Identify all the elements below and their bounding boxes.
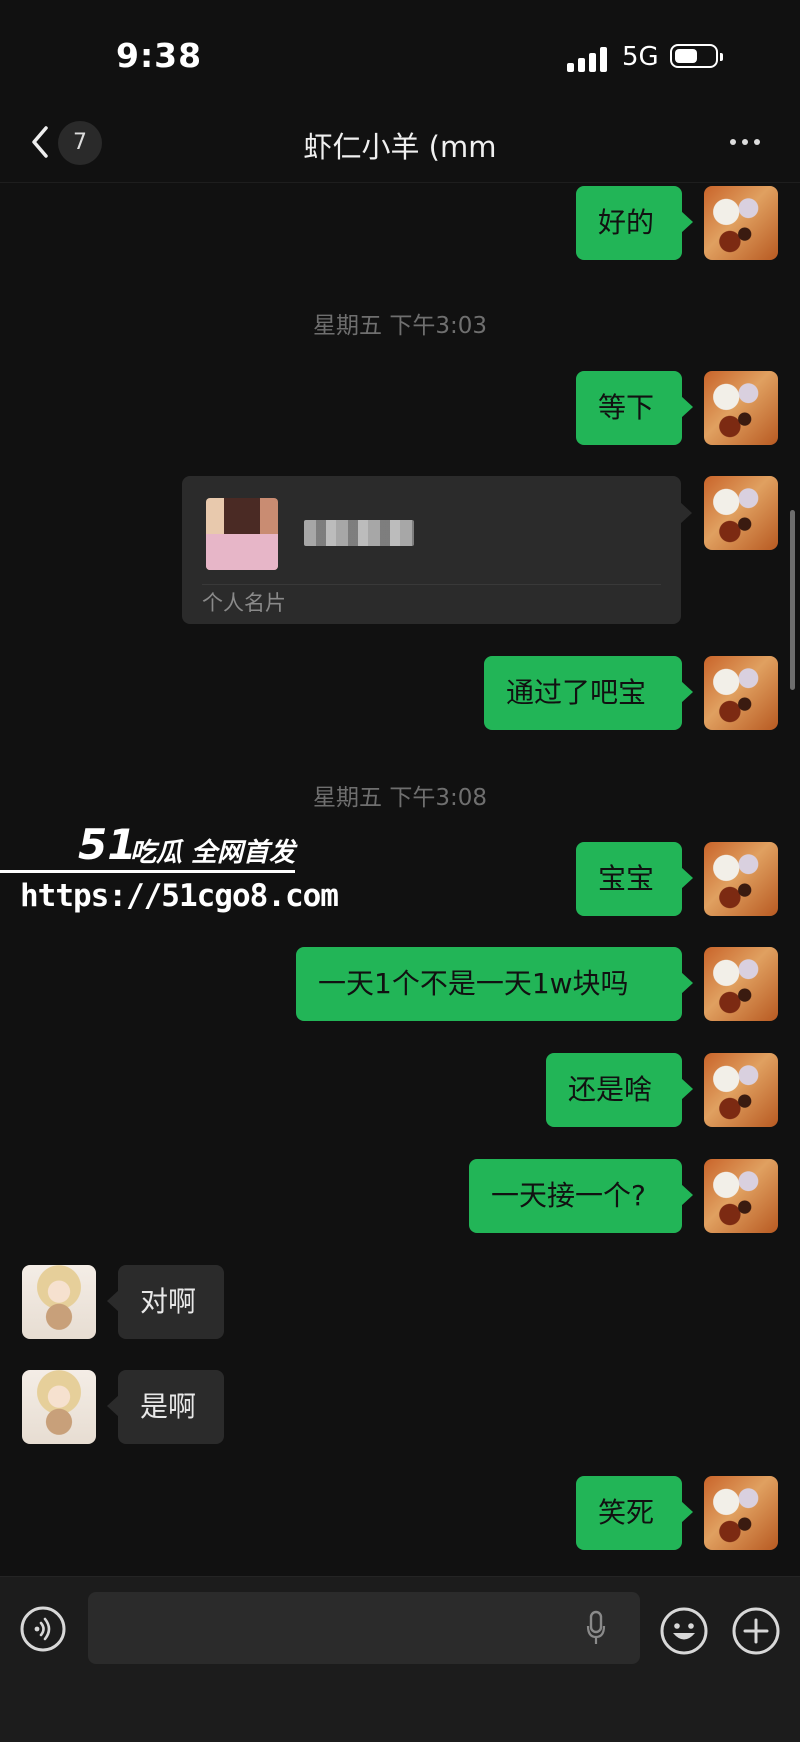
avatar[interactable]	[704, 186, 778, 260]
avatar[interactable]	[704, 842, 778, 916]
timestamp: 星期五 下午3:08	[313, 785, 487, 811]
avatar[interactable]	[704, 1159, 778, 1233]
voice-icon[interactable]	[20, 1606, 66, 1652]
microphone-icon[interactable]	[586, 1610, 606, 1646]
avatar[interactable]	[704, 1476, 778, 1550]
avatar[interactable]	[704, 947, 778, 1021]
contact-card-photo	[206, 498, 278, 570]
battery-icon	[670, 44, 723, 68]
chat-title: 虾仁小羊 (mm	[303, 130, 497, 164]
message-bubble-received[interactable]: 对啊	[107, 1265, 224, 1339]
message-bubble-sent[interactable]: 一天1个不是一天1w块吗	[296, 947, 693, 1021]
watermark-line	[0, 870, 295, 873]
message-bubble-sent[interactable]: 笑死	[576, 1476, 693, 1550]
signal-icon	[567, 44, 607, 72]
contact-avatar[interactable]	[22, 1265, 96, 1339]
contact-avatar[interactable]	[22, 1370, 96, 1444]
contact-card[interactable]: 个人名片	[182, 476, 692, 624]
emoji-icon[interactable]	[659, 1606, 709, 1656]
message-bubble-sent[interactable]: 通过了吧宝	[484, 656, 693, 730]
avatar[interactable]	[704, 476, 778, 550]
message-bubble-sent[interactable]: 一天接一个?	[469, 1159, 693, 1233]
contact-card-name-redacted	[304, 520, 414, 546]
avatar[interactable]	[704, 1053, 778, 1127]
status-time: 9:38	[116, 36, 203, 75]
message-bubble-received[interactable]: 是啊	[107, 1370, 224, 1444]
network-type: 5G	[622, 42, 659, 72]
message-input[interactable]	[88, 1592, 640, 1664]
plus-icon[interactable]	[731, 1606, 781, 1656]
watermark: 51 吃瓜 全网首发 https://51cgo8.com	[0, 820, 339, 920]
message-bubble-sent[interactable]: 还是啥	[546, 1053, 693, 1127]
watermark-url: https://51cgo8.com	[20, 878, 339, 914]
message-bubble-sent[interactable]: 宝宝	[576, 842, 693, 916]
more-icon[interactable]	[730, 139, 770, 149]
timestamp: 星期五 下午3:03	[313, 313, 487, 339]
scrollbar[interactable]	[790, 510, 795, 690]
avatar[interactable]	[704, 656, 778, 730]
watermark-tagline: 吃瓜 全网首发	[130, 838, 296, 868]
avatar[interactable]	[704, 371, 778, 445]
watermark-logo: 51	[78, 820, 137, 869]
message-bubble-sent[interactable]: 等下	[576, 371, 693, 445]
message-bubble-sent[interactable]: 好的	[576, 186, 693, 260]
contact-card-label: 个人名片	[202, 591, 286, 615]
